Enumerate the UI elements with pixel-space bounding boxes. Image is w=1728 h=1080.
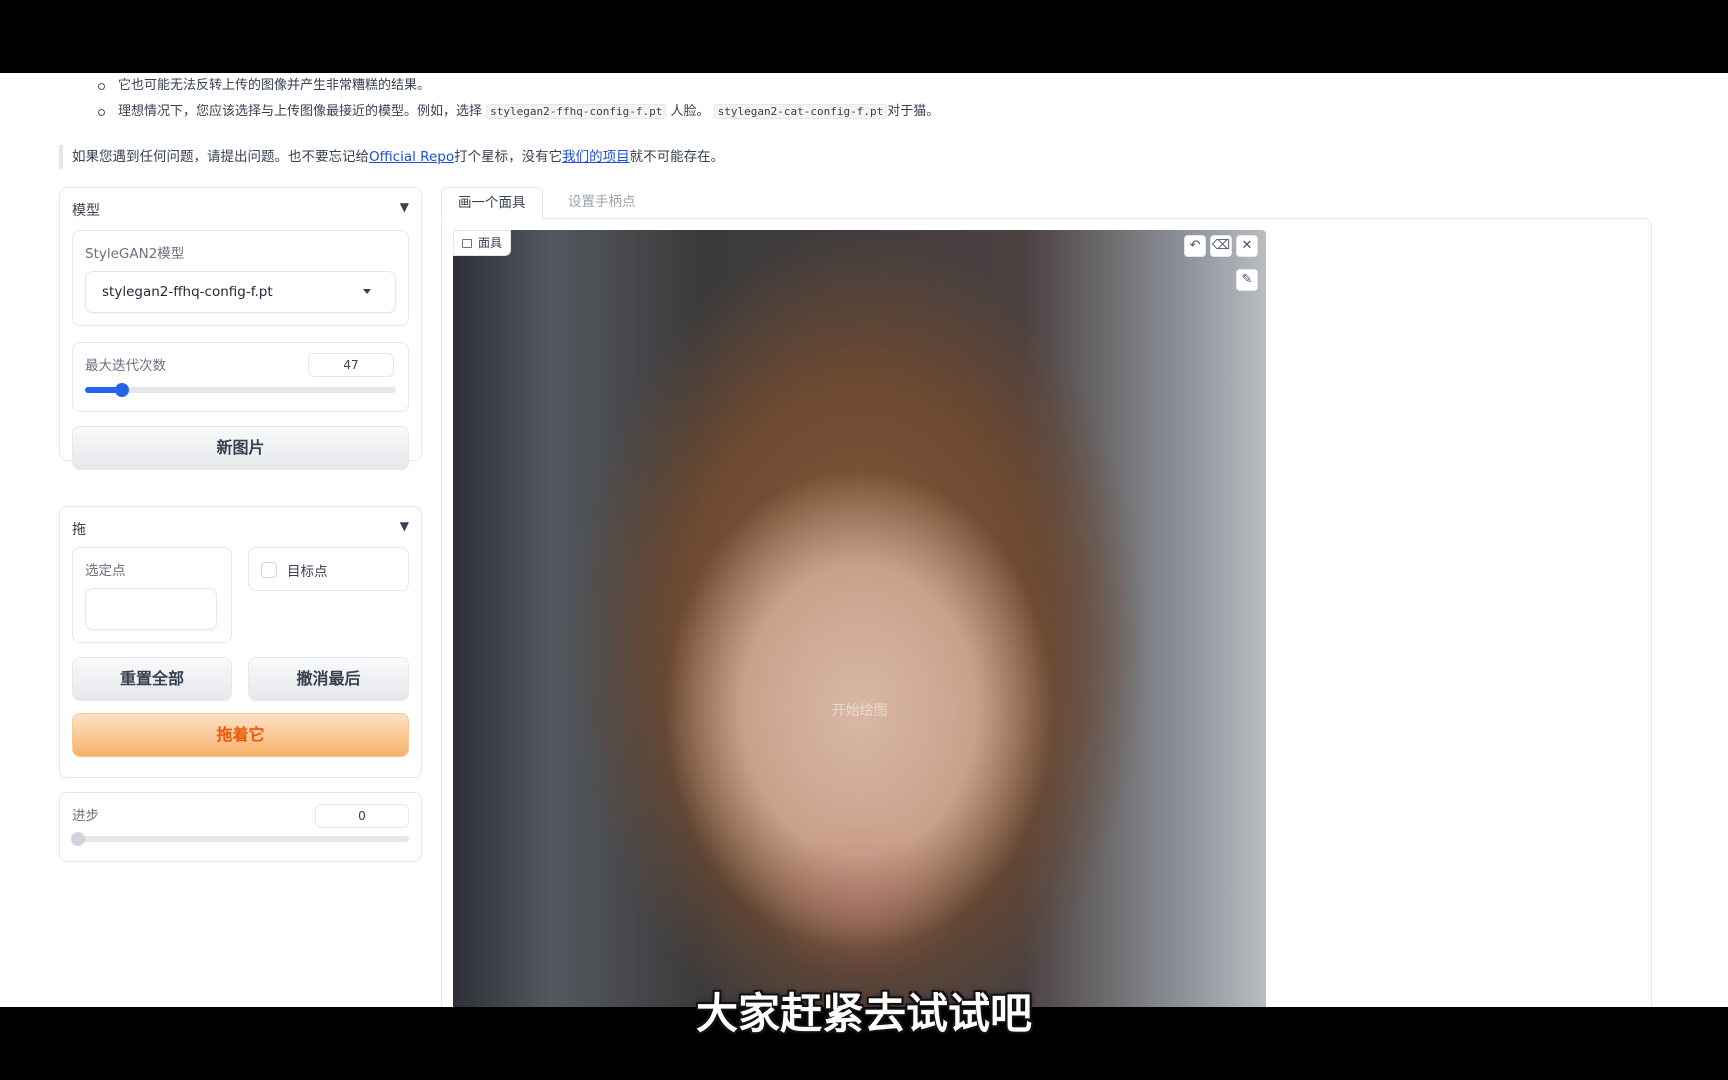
iterations-block: 最大迭代次数 47 (72, 342, 409, 412)
collapse-toggle-icon[interactable]: ▼ (400, 200, 409, 214)
progress-slider-thumb[interactable] (71, 832, 85, 846)
bullet-item: 它也可能无法反转上传的图像并产生非常糟糕的结果。 (96, 73, 939, 99)
bullet-item: 理想情况下，您应该选择与上传图像最接近的模型。例如，选择 stylegan2-f… (96, 99, 939, 125)
model-panel-title: 模型 (72, 203, 100, 219)
info-note: 如果您遇到任何问题，请提出问题。也不要忘记给Official Repo打个星标，… (59, 145, 724, 169)
chevron-down-icon (363, 289, 371, 294)
iterations-slider-thumb[interactable] (115, 383, 130, 397)
brush-icon[interactable]: ✎ (1236, 269, 1258, 291)
canvas-label: 面具 (453, 230, 512, 256)
intro-bullets: 它也可能无法反转上传的图像并产生非常糟糕的结果。 理想情况下，您应该选择与上传图… (96, 73, 939, 125)
official-repo-link[interactable]: Official Repo (369, 149, 454, 165)
drag-panel-title: 拖 (72, 522, 86, 538)
image-icon (462, 239, 472, 248)
model-select-block: StyleGAN2模型 stylegan2-ffhq-config-f.pt (72, 230, 409, 326)
model-select-value: stylegan2-ffhq-config-f.pt (102, 284, 273, 300)
model-select[interactable]: stylegan2-ffhq-config-f.pt (85, 271, 396, 313)
progress-number[interactable]: 0 (315, 804, 409, 828)
reset-all-button[interactable]: 重置全部 (72, 657, 232, 701)
video-subtitle: 大家赶紧去试试吧 (695, 989, 1032, 1038)
app-page: 它也可能无法反转上传的图像并产生非常糟糕的结果。 理想情况下，您应该选择与上传图… (0, 73, 1728, 1007)
iterations-slider[interactable] (85, 383, 396, 397)
undo-icon[interactable]: ↶ (1184, 235, 1206, 257)
target-points-block: 目标点 (248, 547, 409, 591)
progress-panel: 进步 0 (59, 792, 422, 862)
tab-draw-mask[interactable]: 画一个面具 (441, 187, 543, 219)
collapse-toggle-icon[interactable]: ▼ (400, 519, 409, 533)
code-cat: stylegan2-cat-config-f.pt (713, 104, 888, 119)
iterations-number-input[interactable]: 47 (308, 353, 394, 377)
close-icon[interactable]: ✕ (1236, 235, 1258, 257)
code-ffhq: stylegan2-ffhq-config-f.pt (486, 104, 667, 119)
target-points-checkbox[interactable] (261, 562, 277, 578)
our-project-link[interactable]: 我们的项目 (562, 149, 630, 165)
selected-points-block: 选定点 (72, 547, 232, 643)
model-panel: 模型 ▼ StyleGAN2模型 stylegan2-ffhq-config-f… (59, 187, 422, 470)
selected-points-label: 选定点 (85, 563, 126, 579)
selected-points-field[interactable] (85, 588, 217, 630)
new-image-button[interactable]: 新图片 (72, 426, 409, 470)
start-drawing-hint: 开始绘图 (831, 703, 888, 719)
iterations-label: 最大迭代次数 (85, 358, 166, 374)
undo-last-button[interactable]: 撤消最后 (248, 657, 409, 701)
target-points-label: 目标点 (287, 564, 328, 580)
erase-icon[interactable]: ⌫ (1210, 235, 1232, 257)
mask-canvas[interactable]: 面具 ↶ ⌫ ✕ ✎ 开始绘图 (453, 230, 1266, 1007)
tab-set-handle-points[interactable]: 设置手柄点 (552, 187, 652, 219)
model-select-label: StyleGAN2模型 (85, 246, 185, 262)
progress-slider[interactable] (71, 832, 409, 846)
progress-label: 进步 (72, 808, 99, 824)
drag-it-button[interactable]: 拖着它 (72, 713, 409, 757)
drag-panel: 拖 ▼ 选定点 目标点 重置全部 撤消最后 拖着它 (59, 506, 422, 778)
